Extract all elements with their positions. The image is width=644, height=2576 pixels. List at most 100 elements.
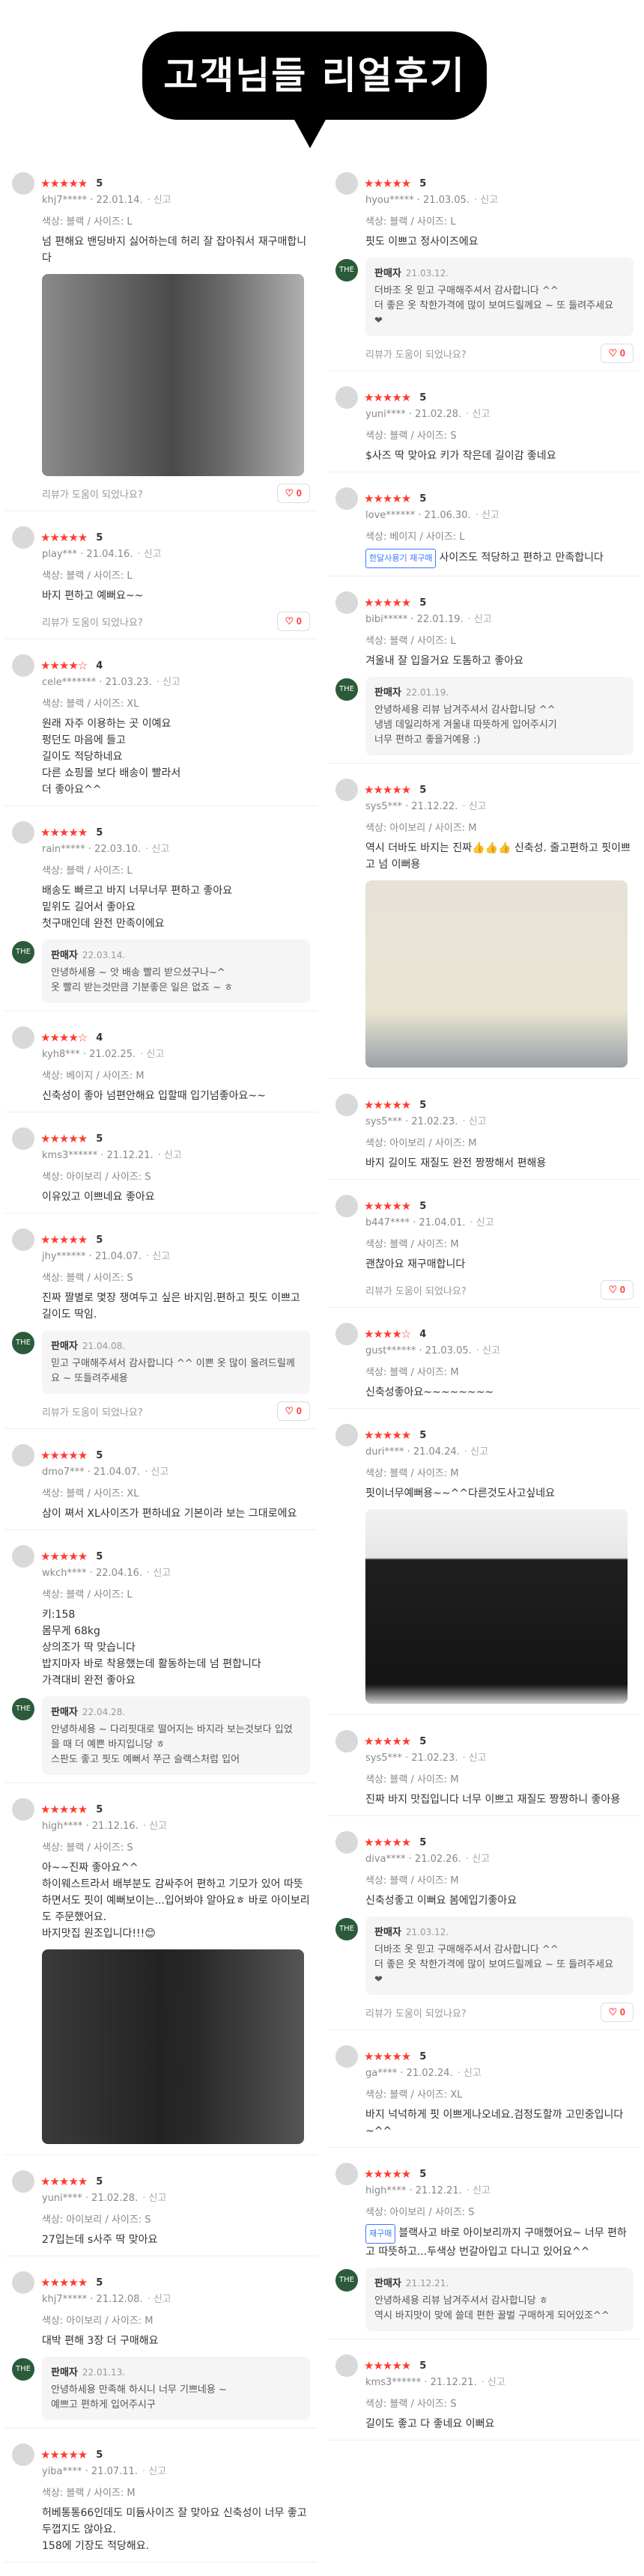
report-link[interactable]: · 신고 xyxy=(462,801,486,812)
avatar xyxy=(12,821,34,844)
like-button[interactable]: ♡ 0 xyxy=(276,484,310,503)
report-link[interactable]: · 신고 xyxy=(474,195,498,206)
review-body: 27입는데 s사주 딱 맞아요 xyxy=(42,2234,158,2246)
seller-reply: THE 판매자 22.01.13. 안녕하세용 만족해 하시니 너무 기쁘네용 ~ 예… xyxy=(12,2357,310,2420)
seller-reply-date: 22.01.13. xyxy=(82,2367,126,2378)
review-item: ★★★★★ 5 high**** · 21.12.16. · 신고 색상: 블랙 / 사… xyxy=(4,1791,318,2155)
avatar xyxy=(12,2170,34,2193)
review-body: 배송도 빠르고 바지 너무너무 편하고 좋아요 밑위도 길어서 좋아요 첫구매인… xyxy=(42,885,233,930)
report-link[interactable]: · 신고 xyxy=(467,2185,490,2196)
report-link[interactable]: · 신고 xyxy=(458,2068,482,2079)
avatar xyxy=(335,2354,358,2377)
rating-score: 5 xyxy=(96,177,103,189)
rating-score: 4 xyxy=(96,660,103,672)
report-link[interactable]: · 신고 xyxy=(157,677,180,688)
rating-stars: ★★★★★ xyxy=(40,826,88,839)
review-meta: duri**** · 21.04.24. · 신고 xyxy=(365,1443,634,1458)
rating-score: 5 xyxy=(96,826,103,838)
avatar xyxy=(12,172,34,195)
review-photo[interactable] xyxy=(42,1949,304,2144)
seller-reply-date: 21.04.08. xyxy=(82,1341,126,1351)
product-option: 색상: 블랙 / 사이즈: XL xyxy=(42,698,139,710)
rating-score: 5 xyxy=(419,493,427,505)
report-link[interactable]: · 신고 xyxy=(142,2193,166,2204)
avatar xyxy=(335,1730,358,1753)
review-meta: bibi***** · 22.01.19. · 신고 xyxy=(365,611,634,625)
review-meta: ga**** · 21.02.24. · 신고 xyxy=(365,2065,634,2079)
seller-reply: THE 판매자 21.03.12. 더바조 옷 믿고 구매해주셔서 감사합니다 ^^ … xyxy=(335,258,634,336)
product-option: 색상: 블랙 / 사이즈: L xyxy=(42,865,133,877)
reviewer-id: love****** · 21.06.30. xyxy=(365,510,471,521)
report-link[interactable]: · 신고 xyxy=(147,1568,171,1579)
avatar xyxy=(12,654,34,677)
report-link[interactable]: · 신고 xyxy=(466,1854,490,1865)
review-item: ★★★★★ 5 jhy****** · 21.04.07. · 신고 색상: 블랙 / … xyxy=(4,1221,318,1429)
rating-stars: ★★★★★ xyxy=(40,531,88,544)
avatar xyxy=(12,2271,34,2294)
helpful-question: 리뷰가 도움이 되었나요? xyxy=(42,489,143,501)
review-meta: rain***** · 22.03.10. · 신고 xyxy=(42,841,310,855)
review-photo[interactable] xyxy=(42,274,304,476)
like-button[interactable]: ♡ 0 xyxy=(600,344,634,363)
like-button[interactable]: ♡ 0 xyxy=(276,612,310,631)
report-link[interactable]: · 신고 xyxy=(476,1345,500,1356)
review-item: ★★★★★ 5 diva**** · 21.02.26. · 신고 색상: 블랙 / 사… xyxy=(328,1824,641,2030)
review-meta: high**** · 21.12.21. · 신고 xyxy=(365,2182,634,2196)
product-option: 색상: 블랙 / 사이즈: L xyxy=(42,216,133,228)
report-link[interactable]: · 신고 xyxy=(148,2294,171,2305)
report-link[interactable]: · 신고 xyxy=(464,1446,488,1458)
report-link[interactable]: · 신고 xyxy=(462,1753,486,1764)
report-link[interactable]: · 신고 xyxy=(146,1251,170,1262)
rating-score: 5 xyxy=(419,784,427,796)
report-link[interactable]: · 신고 xyxy=(470,1217,494,1228)
like-button[interactable]: ♡ 0 xyxy=(600,1280,634,1300)
reviewer-id: play*** · 21.04.16. xyxy=(42,549,133,560)
avatar xyxy=(12,1444,34,1467)
report-link[interactable]: · 신고 xyxy=(142,2466,166,2477)
rating-score: 5 xyxy=(419,392,427,404)
report-link[interactable]: · 신고 xyxy=(466,409,490,420)
report-link[interactable]: · 신고 xyxy=(476,510,499,521)
helpful-question: 리뷰가 도움이 되었나요? xyxy=(365,1285,467,1297)
review-body: 신축성좋고 이뻐요 봄에입기좋아요 xyxy=(365,1895,517,1907)
seller-name: 판매자 21.12.21. xyxy=(374,2278,449,2289)
like-button[interactable]: ♡ 0 xyxy=(276,1401,310,1421)
report-link[interactable]: · 신고 xyxy=(462,1116,486,1127)
report-link[interactable]: · 신고 xyxy=(140,1049,164,1060)
rating-score: 5 xyxy=(96,1449,103,1461)
review-item: ★★★★★ 5 kms3****** · 21.12.21. · 신고 색상: 블랙 /… xyxy=(328,2347,641,2440)
review-photo[interactable] xyxy=(365,1509,628,1704)
seller-name: 판매자 22.03.14. xyxy=(51,950,126,961)
report-link[interactable]: · 신고 xyxy=(158,1150,182,1161)
reviewer-id: high**** · 21.12.21. xyxy=(365,2185,462,2196)
review-body: 키:158 몸무게 68kg 상의조가 딱 맞습니다 밥지마자 바로 착용했는데… xyxy=(42,1609,261,1687)
review-tag: 한달사용기 재구매 xyxy=(365,549,437,568)
like-button[interactable]: ♡ 0 xyxy=(600,2003,634,2022)
avatar xyxy=(335,2163,358,2185)
helpful-row: 리뷰가 도움이 되었나요? ♡ 0 xyxy=(42,612,310,631)
product-option: 색상: 아이보리 / 사이즈: S xyxy=(42,1172,151,1183)
review-photo[interactable] xyxy=(365,880,628,1068)
report-link[interactable]: · 신고 xyxy=(145,1467,168,1478)
review-item: ★★★★☆ 4 gust****** · 21.03.05. · 신고 색상: 블랙 /… xyxy=(328,1315,641,1409)
report-link[interactable]: · 신고 xyxy=(137,549,161,560)
seller-logo-icon: THE xyxy=(335,678,358,701)
review-item: ★★★★★ 5 wkch**** · 22.04.16. · 신고 색상: 블랙 / 사… xyxy=(4,1538,318,1783)
review-body: 핏도 이쁘고 정사이즈에요 xyxy=(365,236,479,248)
report-link[interactable]: · 신고 xyxy=(482,2377,505,2388)
review-body: 허베통통66인데도 미듐사이즈 잘 맞아요 신축성이 너무 좋고 두껍지도 않아… xyxy=(42,2507,307,2552)
report-link[interactable]: · 신고 xyxy=(145,844,169,855)
report-link[interactable]: · 신고 xyxy=(143,1821,167,1832)
review-body: 넘 편해요 밴딩바지 싫어하는데 허리 잘 잡아줘서 재구매합니다 xyxy=(42,236,307,264)
review-item: ★★★★★ 5 rain***** · 22.03.10. · 신고색상: 블랙 / … xyxy=(4,814,318,1011)
review-meta: yuni**** · 21.02.28. · 신고 xyxy=(42,2190,310,2204)
reviewer-id: wkch**** · 22.04.16. xyxy=(42,1568,142,1579)
product-option: 색상: 블랙 / 사이즈: M xyxy=(365,1468,459,1479)
review-body: $사즈 딱 맞아요 키가 작은데 길이감 좋네요 xyxy=(365,450,556,462)
report-link[interactable]: · 신고 xyxy=(148,195,171,206)
reviewer-id: kms3****** · 21.12.21. xyxy=(365,2377,477,2388)
report-link[interactable]: · 신고 xyxy=(468,614,492,625)
seller-logo-icon: THE xyxy=(12,1332,34,1354)
rating-stars: ★★★★★ xyxy=(364,783,411,797)
rating-stars: ★★★★★ xyxy=(364,1098,411,1112)
